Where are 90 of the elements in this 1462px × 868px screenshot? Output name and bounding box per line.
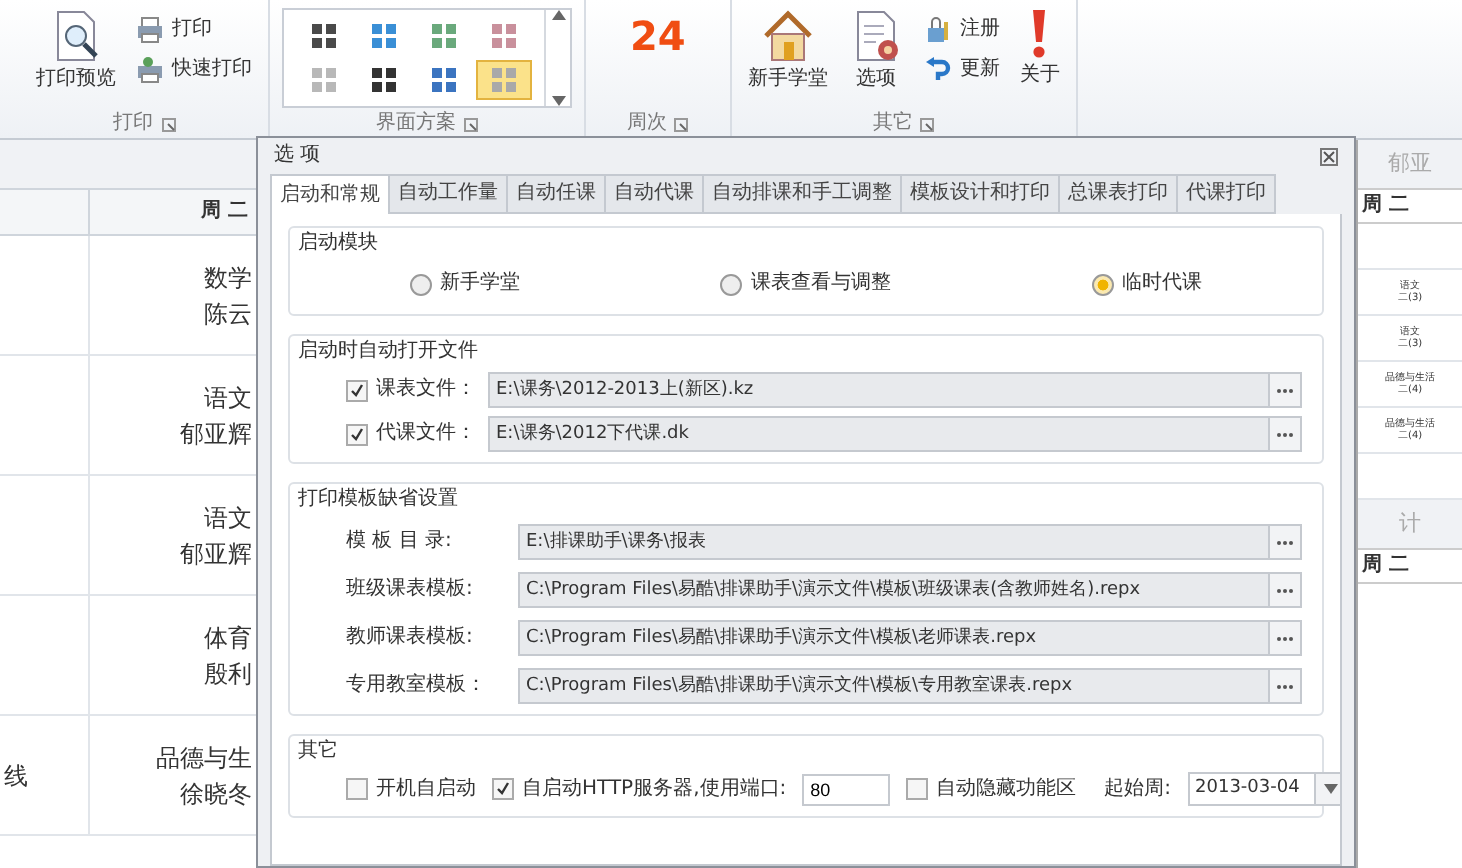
browse-button[interactable] — [1268, 526, 1300, 558]
column-header: 周 二 — [1358, 548, 1462, 584]
browse-button[interactable] — [1268, 622, 1300, 654]
close-icon[interactable] — [1320, 147, 1338, 165]
ellipsis-icon — [1276, 635, 1294, 641]
group-label: 周次 — [626, 110, 667, 138]
date-field[interactable]: 2013-03-04 — [1187, 772, 1340, 806]
radio-option[interactable]: 课表查看与调整 — [708, 270, 903, 298]
lesson-text: 郁亚辉 — [180, 417, 252, 451]
lesson-text: 语文 — [204, 381, 252, 415]
lesson-text: 徐晓冬 — [180, 777, 252, 811]
ribbon-button[interactable]: 打印预览 — [32, 4, 120, 96]
ribbon-button[interactable]: 更新 — [919, 56, 1004, 84]
dialog-launcher-icon[interactable] — [674, 117, 689, 131]
lesson-text: 殷利 — [204, 657, 252, 691]
field-label: 模 板 目 录: — [346, 530, 454, 554]
ellipsis-icon — [1276, 431, 1294, 437]
ribbon-button[interactable]: 关于 — [1015, 4, 1064, 92]
ellipsis-icon — [1276, 387, 1294, 393]
dialog-launcher-icon[interactable] — [920, 117, 935, 131]
path-field: E:\课务\2012-2013上(新区).kz — [488, 372, 1302, 408]
printer-icon — [136, 56, 164, 84]
column-header: 周 二 — [1358, 188, 1462, 224]
ribbon-button[interactable]: 新手学堂 — [743, 4, 832, 96]
group-label: 其它 — [872, 110, 913, 138]
group-label: 界面方案 — [376, 110, 456, 138]
field-label: 起始周: — [1104, 777, 1172, 801]
field-label: 教师课表模板: — [346, 626, 475, 650]
caret-icon[interactable] — [1323, 784, 1338, 794]
lesson-text: 陈云 — [204, 297, 252, 331]
field-label: 专用教室模板： — [346, 674, 488, 698]
path-field: E:\课务\2012下代课.dk — [488, 416, 1302, 452]
tab[interactable]: 自动工作量 — [388, 174, 508, 214]
house-icon — [759, 8, 816, 64]
checkbox[interactable]: 开机自启动 — [346, 777, 476, 801]
checkbox[interactable]: 自动隐藏功能区 — [906, 777, 1077, 801]
lesson-text: 数学 — [204, 261, 252, 295]
panel-title: 计 — [1358, 500, 1462, 548]
port-field[interactable]: 80 — [802, 773, 891, 805]
path-field: C:\Program Files\易酷\排课助手\演示文件\模板\老师课表.repx — [518, 620, 1302, 656]
tab[interactable]: 自动任课 — [506, 174, 606, 214]
path-field: C:\Program Files\易酷\排课助手\演示文件\模板\专用教室课表.repx — [518, 668, 1302, 704]
radio-option[interactable]: 临时代课 — [1079, 270, 1214, 298]
ellipsis-icon — [1276, 587, 1294, 593]
lesson-text: 语文 — [204, 501, 252, 535]
path-field: E:\排课助手\课务\报表 — [518, 524, 1302, 560]
group-title: 其它 — [298, 740, 340, 764]
lock-key-icon — [923, 16, 952, 44]
lesson-text: 郁亚辉 — [180, 537, 252, 571]
dialog-launcher-icon[interactable] — [464, 117, 478, 131]
ribbon-button[interactable]: 选项 — [843, 4, 908, 96]
dialog-launcher-icon[interactable] — [161, 117, 175, 131]
ribbon-button[interactable]: 打印 — [132, 16, 256, 44]
browse-button[interactable] — [1268, 670, 1300, 702]
tab[interactable]: 模板设计和打印 — [900, 174, 1060, 214]
ribbon-button[interactable]: 快速打印 — [132, 56, 256, 84]
scroll-up-icon[interactable] — [551, 10, 565, 20]
checkbox[interactable]: 课表文件： — [346, 378, 476, 402]
more-icon[interactable] — [551, 96, 565, 106]
ellipsis-icon — [1276, 683, 1294, 689]
group-label: 打印 — [113, 110, 153, 138]
tab[interactable]: 代课打印 — [1176, 174, 1276, 214]
ribbon-button[interactable]: 注册 — [919, 16, 1004, 44]
lesson-text: 体育 — [204, 621, 252, 655]
week-number: 24 — [628, 10, 688, 48]
tab[interactable]: 启动和常规 — [270, 174, 390, 214]
group-title: 启动时自动打开文件 — [298, 340, 480, 364]
radio-option[interactable]: 新手学堂 — [398, 270, 533, 298]
theme-swatch[interactable] — [476, 60, 532, 100]
printer-icon — [136, 16, 164, 44]
undo-arrow-icon — [923, 56, 952, 84]
table-cell-text: 线 — [2, 759, 30, 793]
ellipsis-icon — [1276, 539, 1294, 545]
browse-button[interactable] — [1268, 418, 1300, 450]
checkbox[interactable]: 自启动HTTP服务器,使用端口: — [492, 777, 787, 801]
tab[interactable]: 自动排课和手工调整 — [702, 174, 902, 214]
exclamation-icon — [1032, 8, 1047, 60]
tab[interactable]: 自动代课 — [604, 174, 704, 214]
browse-button[interactable] — [1268, 574, 1300, 606]
dropdown-button[interactable] — [1313, 774, 1340, 804]
group-title: 启动模块 — [298, 232, 380, 256]
group-title: 打印模板缺省设置 — [298, 488, 460, 512]
dialog-title: 选 项 — [274, 144, 321, 168]
lesson-text: 品德与生 — [156, 741, 252, 775]
browse-button[interactable] — [1268, 374, 1300, 406]
panel-title: 郁亚 — [1358, 140, 1462, 188]
field-label: 班级课表模板: — [346, 578, 475, 602]
path-field: C:\Program Files\易酷\排课助手\演示文件\模板\班级课表(含教师姓名).repx — [518, 572, 1302, 608]
tab[interactable]: 总课表打印 — [1058, 174, 1178, 214]
checkbox[interactable]: 代课文件： — [346, 422, 476, 446]
